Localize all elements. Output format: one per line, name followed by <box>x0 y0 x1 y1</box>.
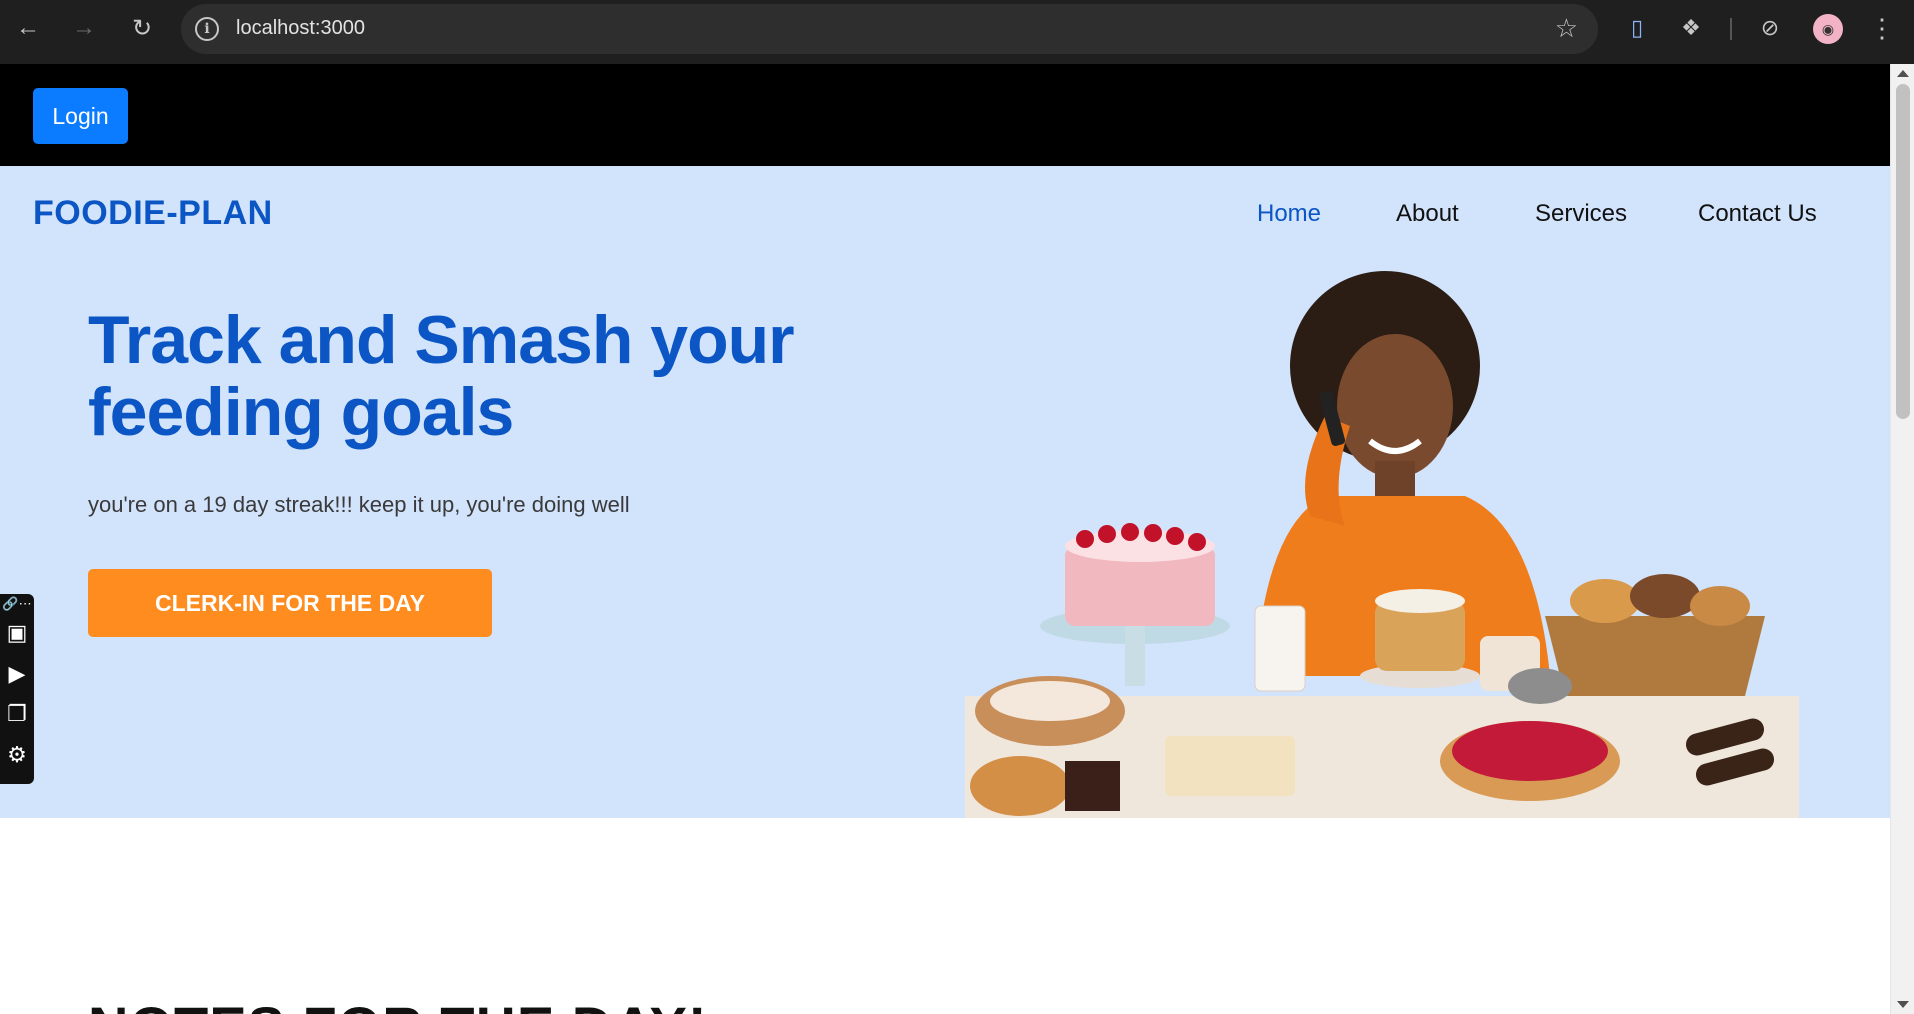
forward-arrow-icon[interactable]: → <box>64 8 104 48</box>
screens-icon[interactable]: ❐ <box>0 701 34 727</box>
scroll-up-arrow-icon[interactable] <box>1897 70 1909 77</box>
video-icon[interactable]: ▶ <box>0 661 34 687</box>
address-bar[interactable]: i localhost:3000 ☆ <box>181 4 1598 54</box>
login-button[interactable]: Login <box>33 88 128 144</box>
brand-logo[interactable]: FOODIE-PLAN <box>33 194 273 233</box>
scrollbar-thumb[interactable] <box>1896 84 1910 419</box>
star-icon[interactable]: ☆ <box>1555 13 1578 44</box>
camera-icon[interactable]: ▣ <box>0 620 34 646</box>
reload-icon[interactable]: ↻ <box>122 8 162 48</box>
vertical-scrollbar[interactable] <box>1890 64 1914 1014</box>
profile-avatar-icon[interactable]: ◉ <box>1813 14 1843 44</box>
puzzle-icon[interactable]: ❖ <box>1671 8 1711 48</box>
top-bar: Login <box>0 64 1890 166</box>
streak-message: you're on a 19 day streak!!! keep it up,… <box>88 492 630 517</box>
floating-recorder-toolbar: 🔗⋯ ▣ ▶ ❐ ⚙ <box>0 594 34 784</box>
back-arrow-icon[interactable]: ← <box>8 8 48 48</box>
extension-icon[interactable]: ▯ <box>1617 8 1657 48</box>
browser-toolbar: ← → ↻ i localhost:3000 ☆ ▯ ❖ ⊘ ◉ ⋮ <box>0 0 1914 64</box>
hero-headline-line2: feeding goals <box>88 374 514 450</box>
notes-title: NOTES FOR THE DAY! <box>88 994 708 1014</box>
page-viewport: Login FOODIE-PLAN Home About Services Co… <box>0 64 1890 1014</box>
clerk-in-button[interactable]: CLERK-IN FOR THE DAY <box>88 569 492 637</box>
toolbar-divider <box>1730 18 1732 40</box>
hero-section: FOODIE-PLAN Home About Services Contact … <box>0 166 1890 818</box>
settings-gear-icon[interactable]: ⚙ <box>0 742 34 768</box>
link-icon[interactable]: 🔗⋯ <box>0 596 34 612</box>
scroll-down-arrow-icon[interactable] <box>1897 1001 1909 1008</box>
nav-home[interactable]: Home <box>1257 200 1321 228</box>
nav-about[interactable]: About <box>1396 200 1459 228</box>
hero-headline-line1: Track and Smash your <box>88 302 795 378</box>
info-icon[interactable]: i <box>195 17 219 41</box>
hero-headline: Track and Smash your feeding goals <box>88 304 808 448</box>
more-vert-icon[interactable]: ⋮ <box>1862 8 1902 48</box>
nav-services[interactable]: Services <box>1535 200 1627 228</box>
performance-icon[interactable]: ⊘ <box>1750 8 1790 48</box>
url-text[interactable]: localhost:3000 <box>236 17 365 40</box>
hero-food-illustration <box>965 271 1799 818</box>
nav-contact-us[interactable]: Contact Us <box>1698 200 1817 228</box>
